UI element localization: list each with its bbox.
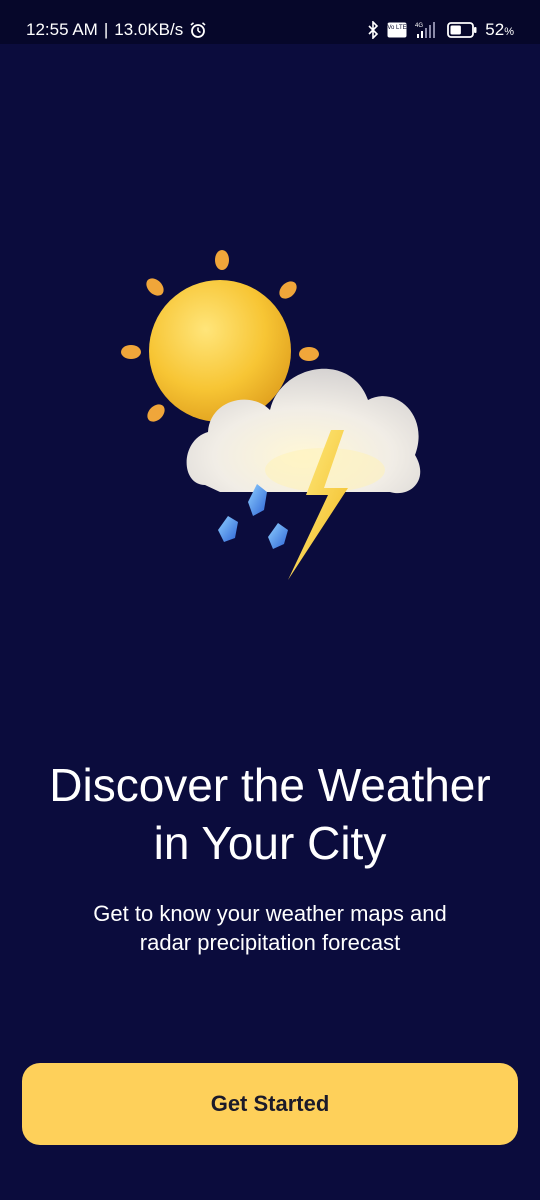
- status-separator: |: [103, 20, 109, 39]
- bluetooth-icon: [367, 21, 379, 39]
- signal-icon: 4G: [415, 21, 439, 39]
- headline-line-2: in Your City: [153, 817, 387, 869]
- onboarding-subtitle: Get to know your weather maps and radar …: [40, 899, 500, 957]
- weather-illustration: [110, 240, 430, 590]
- network-speed: 13.0KB/s: [114, 20, 184, 39]
- status-bar: 12:55 AM | 13.0KB/s Vo LTE 4G 52%: [0, 0, 540, 44]
- get-started-button[interactable]: Get Started: [22, 1063, 518, 1145]
- rain-drops: [218, 484, 288, 549]
- status-left: 12:55 AM | 13.0KB/s: [26, 20, 207, 40]
- subtitle-line-2: radar precipitation forecast: [139, 930, 401, 955]
- status-right: Vo LTE 4G 52%: [367, 20, 514, 40]
- battery-percent: 52%: [485, 20, 514, 40]
- battery-icon: [447, 22, 477, 38]
- subtitle-line-1: Get to know your weather maps and: [93, 901, 447, 926]
- volte-icon: Vo LTE: [387, 22, 407, 38]
- sun-shape: [149, 280, 291, 422]
- alarm-icon: [189, 21, 207, 39]
- status-time: 12:55 AM: [26, 20, 98, 39]
- onboarding-screen: 12:55 AM | 13.0KB/s Vo LTE 4G 52% Discov…: [0, 0, 540, 1200]
- network-type-label: 4G: [415, 23, 423, 29]
- headline-line-1: Discover the Weather: [49, 759, 491, 811]
- battery-percent-unit: %: [504, 26, 514, 38]
- volte-label: Vo LTE: [388, 25, 407, 31]
- onboarding-headline: Discover the Weather in Your City: [0, 756, 540, 872]
- battery-percent-value: 52: [485, 20, 505, 39]
